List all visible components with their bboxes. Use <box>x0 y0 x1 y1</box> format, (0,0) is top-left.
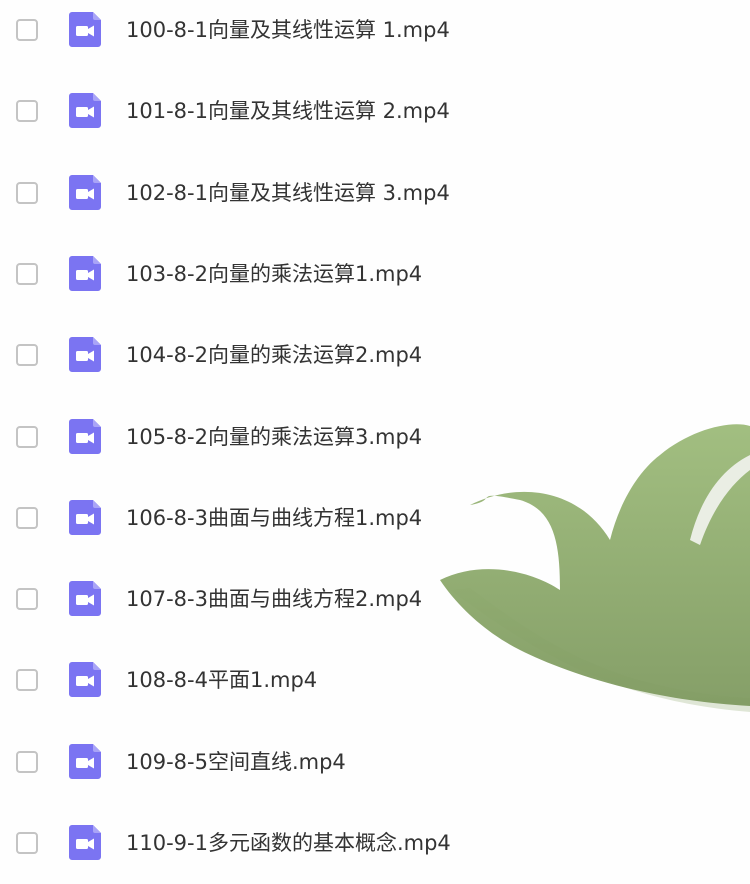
video-file-icon <box>66 417 104 455</box>
file-list: 100-8-1向量及其线性运算 1.mp4 101-8-1向量及其线性运算 2.m… <box>0 0 750 877</box>
file-checkbox[interactable] <box>16 100 38 123</box>
video-file-icon <box>66 173 104 211</box>
video-file-icon <box>66 498 104 536</box>
video-file-icon <box>66 823 104 861</box>
file-row[interactable]: 103-8-2向量的乘法运算1.mp4 <box>0 234 750 315</box>
file-name[interactable]: 110-9-1多元函数的基本概念.mp4 <box>126 829 451 857</box>
video-file-icon <box>66 742 104 780</box>
file-name[interactable]: 101-8-1向量及其线性运算 2.mp4 <box>126 97 450 125</box>
file-name[interactable]: 108-8-4平面1.mp4 <box>126 666 317 694</box>
file-row[interactable]: 102-8-1向量及其线性运算 3.mp4 <box>0 153 750 234</box>
file-checkbox[interactable] <box>16 832 38 854</box>
file-name[interactable]: 102-8-1向量及其线性运算 3.mp4 <box>126 179 450 207</box>
file-name[interactable]: 109-8-5空间直线.mp4 <box>126 748 346 776</box>
file-name[interactable]: 105-8-2向量的乘法运算3.mp4 <box>126 423 422 451</box>
video-file-icon <box>66 660 104 698</box>
file-row[interactable]: 110-9-1多元函数的基本概念.mp4 <box>0 803 750 884</box>
file-checkbox[interactable] <box>16 19 38 41</box>
file-checkbox[interactable] <box>16 344 38 367</box>
video-file-icon <box>66 579 104 617</box>
file-row[interactable]: 108-8-4平面1.mp4 <box>0 640 750 721</box>
file-row[interactable]: 109-8-5空间直线.mp4 <box>0 722 750 803</box>
file-checkbox[interactable] <box>16 669 38 692</box>
file-checkbox[interactable] <box>16 506 38 529</box>
file-checkbox[interactable] <box>16 181 38 204</box>
file-checkbox[interactable] <box>16 750 38 773</box>
video-file-icon <box>66 335 104 373</box>
file-name[interactable]: 104-8-2向量的乘法运算2.mp4 <box>126 341 422 369</box>
file-name[interactable]: 100-8-1向量及其线性运算 1.mp4 <box>126 16 450 44</box>
file-row[interactable]: 105-8-2向量的乘法运算3.mp4 <box>0 397 750 478</box>
file-checkbox[interactable] <box>16 262 38 285</box>
video-file-icon <box>66 254 104 292</box>
file-row[interactable]: 107-8-3曲面与曲线方程2.mp4 <box>0 559 750 640</box>
video-file-icon <box>66 91 104 129</box>
file-row[interactable]: 100-8-1向量及其线性运算 1.mp4 <box>0 0 750 71</box>
file-row[interactable]: 101-8-1向量及其线性运算 2.mp4 <box>0 71 750 152</box>
file-checkbox[interactable] <box>16 425 38 448</box>
file-row[interactable]: 106-8-3曲面与曲线方程1.mp4 <box>0 478 750 559</box>
file-row[interactable]: 104-8-2向量的乘法运算2.mp4 <box>0 315 750 396</box>
file-name[interactable]: 106-8-3曲面与曲线方程1.mp4 <box>126 504 422 532</box>
video-file-icon <box>66 10 104 48</box>
file-checkbox[interactable] <box>16 588 38 611</box>
file-name[interactable]: 107-8-3曲面与曲线方程2.mp4 <box>126 585 422 613</box>
file-name[interactable]: 103-8-2向量的乘法运算1.mp4 <box>126 260 422 288</box>
